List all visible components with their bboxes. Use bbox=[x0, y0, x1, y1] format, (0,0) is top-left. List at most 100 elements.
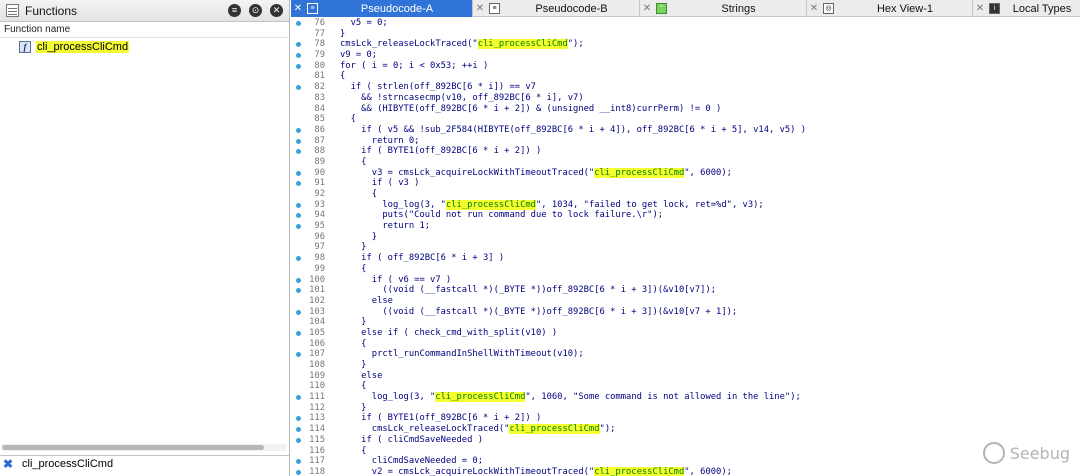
code-line[interactable]: 77} bbox=[291, 29, 1080, 40]
code-line[interactable]: 102 else bbox=[291, 296, 1080, 307]
code-line[interactable]: 86 if ( v5 && !sub_2F584(HIBYTE(off_892B… bbox=[291, 125, 1080, 136]
code-segment: if ( v6 == v7 ) bbox=[340, 274, 452, 285]
code-line[interactable]: 112 } bbox=[291, 403, 1080, 414]
code-line[interactable]: 117 cliCmdSaveNeeded = 0; bbox=[291, 456, 1080, 467]
breakpoint-dot-icon[interactable] bbox=[296, 21, 301, 26]
code-line[interactable]: 89 { bbox=[291, 157, 1080, 168]
code-line[interactable]: 96 } bbox=[291, 232, 1080, 243]
breakpoint-dot-icon[interactable] bbox=[296, 181, 301, 187]
float-icon[interactable]: ⊙ bbox=[249, 4, 262, 17]
code-line[interactable]: 95 return 1; bbox=[291, 221, 1080, 232]
line-number: 90 bbox=[314, 167, 325, 178]
code-line[interactable]: 90 v3 = cmsLck_acquireLockWithTimeoutTra… bbox=[291, 167, 1080, 179]
highlighted-identifier[interactable]: cli_processCliCmd bbox=[594, 466, 685, 476]
code-line[interactable]: 81 { bbox=[291, 71, 1080, 82]
code-line[interactable]: 98 if ( off_892BC[6 * i + 3] ) bbox=[291, 253, 1080, 264]
code-segment: { bbox=[340, 156, 367, 167]
code-line[interactable]: 108 } bbox=[291, 360, 1080, 371]
function-name-column-header[interactable]: Function name bbox=[0, 22, 289, 38]
code-line[interactable]: 106 { bbox=[291, 339, 1080, 350]
code-line[interactable]: 97 } bbox=[291, 242, 1080, 253]
code-line[interactable]: 91 if ( v3 ) bbox=[291, 178, 1080, 189]
code-line[interactable]: 83 && !strncasecmp(v10, off_892BC[6 * i]… bbox=[291, 93, 1080, 104]
code-line[interactable]: 78 cmsLck_releaseLockTraced("cli_processC… bbox=[291, 39, 1080, 50]
breakpoint-dot-icon[interactable] bbox=[296, 352, 301, 358]
breakpoint-dot-icon[interactable] bbox=[296, 330, 301, 336]
breakpoint-dot-icon[interactable] bbox=[296, 85, 301, 91]
code-line[interactable]: 118 v2 = cmsLck_acquireLockWithTimeoutTr… bbox=[291, 466, 1080, 476]
breakpoint-dot-icon[interactable] bbox=[296, 469, 301, 475]
code-line[interactable]: 107 prctl_runCommandInShellWithTimeout(v… bbox=[291, 349, 1080, 360]
breakpoint-dot-icon[interactable] bbox=[296, 224, 301, 230]
breakpoint-dot-icon[interactable] bbox=[296, 427, 301, 433]
breakpoint-dot-icon[interactable] bbox=[296, 213, 301, 219]
code-line[interactable]: 100 if ( v6 == v7 ) bbox=[291, 275, 1080, 286]
highlighted-identifier[interactable]: cli_processCliCmd bbox=[435, 392, 526, 403]
code-line[interactable]: 115 if ( cliCmdSaveNeeded ) bbox=[291, 435, 1080, 446]
close-tab-icon[interactable]: ✕ bbox=[973, 3, 987, 14]
code-line[interactable]: 101 ((void (__fastcall *)(_BYTE *))off_8… bbox=[291, 285, 1080, 296]
pseudocode-view[interactable]: 76 v5 = 0; 77} 78 cmsLck_releaseLockTraced(… bbox=[291, 18, 1080, 476]
code-text: ((void (__fastcall *)(_BYTE *))off_892BC… bbox=[340, 285, 716, 296]
code-line[interactable]: 114 cmsLck_releaseLockTraced("cli_proces… bbox=[291, 424, 1080, 435]
code-line[interactable]: 116 { bbox=[291, 446, 1080, 457]
code-line[interactable]: 111 log_log(3, "cli_processCliCmd", 1060… bbox=[291, 392, 1080, 403]
breakpoint-dot-icon[interactable] bbox=[296, 53, 301, 59]
menu-icon[interactable]: ≡ bbox=[228, 4, 241, 17]
breakpoint-dot-icon[interactable] bbox=[296, 256, 301, 262]
close-tab-icon[interactable]: ✕ bbox=[291, 3, 305, 14]
code-line[interactable]: 84 && (HIBYTE(off_892BC[6 * i + 2]) & (u… bbox=[291, 104, 1080, 115]
code-line[interactable]: 85 { bbox=[291, 114, 1080, 125]
tab-pseudocode-a[interactable]: ✕ ≡ Pseudocode-A bbox=[291, 0, 473, 17]
code-line[interactable]: 110 { bbox=[291, 381, 1080, 392]
code-line[interactable]: 87 return 0; bbox=[291, 136, 1080, 147]
breakpoint-dot-icon[interactable] bbox=[296, 395, 301, 401]
function-list-item[interactable]: f cli_processCliCmd bbox=[0, 38, 289, 55]
breakpoint-dot-icon[interactable] bbox=[296, 63, 301, 69]
breakpoint-dot-icon[interactable] bbox=[296, 437, 301, 443]
code-line[interactable]: 80 for ( i = 0; i < 0x53; ++i ) bbox=[291, 61, 1080, 72]
code-line[interactable]: 104 } bbox=[291, 317, 1080, 328]
scrollbar-thumb[interactable] bbox=[2, 445, 264, 450]
breakpoint-dot-icon[interactable] bbox=[296, 42, 301, 48]
code-line[interactable]: 103 ((void (__fastcall *)(_BYTE *))off_8… bbox=[291, 307, 1080, 318]
highlighted-identifier[interactable]: cli_processCliCmd bbox=[594, 167, 685, 178]
breakpoint-dot-icon[interactable] bbox=[296, 202, 301, 208]
highlighted-identifier[interactable]: cli_processCliCmd bbox=[445, 199, 536, 210]
code-line[interactable]: 79 v9 = 0; bbox=[291, 50, 1080, 61]
tab-local-types[interactable]: ✕ i Local Types bbox=[973, 0, 1080, 17]
highlighted-identifier[interactable]: cli_processCliCmd bbox=[509, 424, 600, 435]
code-line[interactable]: 82 if ( strlen(off_892BC[6 * i]) == v7 bbox=[291, 82, 1080, 93]
breakpoint-dot-icon[interactable] bbox=[296, 309, 301, 315]
tab-pseudocode-b[interactable]: ✕ ≡ Pseudocode-B bbox=[473, 0, 640, 17]
code-line[interactable]: 109 else bbox=[291, 371, 1080, 382]
code-text: if ( BYTE1(off_892BC[6 * i + 2]) ) bbox=[340, 413, 541, 424]
close-tab-icon[interactable]: ✕ bbox=[640, 3, 654, 14]
highlighted-identifier[interactable]: cli_processCliCmd bbox=[477, 39, 568, 50]
breakpoint-dot-icon[interactable] bbox=[296, 288, 301, 294]
breakpoint-dot-icon[interactable] bbox=[296, 277, 301, 283]
code-line[interactable]: 76 v5 = 0; bbox=[291, 18, 1080, 29]
code-line[interactable]: 92 { bbox=[291, 189, 1080, 200]
code-line[interactable]: 88 if ( BYTE1(off_892BC[6 * i + 2]) ) bbox=[291, 146, 1080, 157]
close-panel-icon[interactable]: ✕ bbox=[270, 4, 283, 17]
code-line[interactable]: 94 puts("Could not run command due to lo… bbox=[291, 210, 1080, 221]
function-search-input[interactable] bbox=[22, 458, 272, 470]
code-line[interactable]: 93 log_log(3, "cli_processCliCmd", 1034,… bbox=[291, 199, 1080, 211]
breakpoint-dot-icon[interactable] bbox=[296, 138, 301, 144]
breakpoint-dot-icon[interactable] bbox=[296, 170, 301, 176]
close-tab-icon[interactable]: ✕ bbox=[807, 3, 821, 14]
tab-hex-view[interactable]: ✕ ◎ Hex View-1 bbox=[807, 0, 973, 17]
breakpoint-dot-icon[interactable] bbox=[296, 416, 301, 422]
close-tab-icon[interactable]: ✕ bbox=[473, 3, 487, 14]
tab-label: Hex View-1 bbox=[876, 2, 934, 15]
code-line[interactable]: 113 if ( BYTE1(off_892BC[6 * i + 2]) ) bbox=[291, 413, 1080, 424]
code-line[interactable]: 105 else if ( check_cmd_with_split(v10) … bbox=[291, 328, 1080, 339]
clear-search-icon[interactable]: ✖ bbox=[0, 457, 16, 471]
horizontal-scrollbar[interactable] bbox=[2, 444, 286, 451]
tab-strings[interactable]: ✕ " Strings bbox=[640, 0, 807, 17]
breakpoint-dot-icon[interactable] bbox=[296, 459, 301, 465]
code-line[interactable]: 99 { bbox=[291, 264, 1080, 275]
breakpoint-dot-icon[interactable] bbox=[296, 127, 301, 133]
breakpoint-dot-icon[interactable] bbox=[296, 149, 301, 155]
